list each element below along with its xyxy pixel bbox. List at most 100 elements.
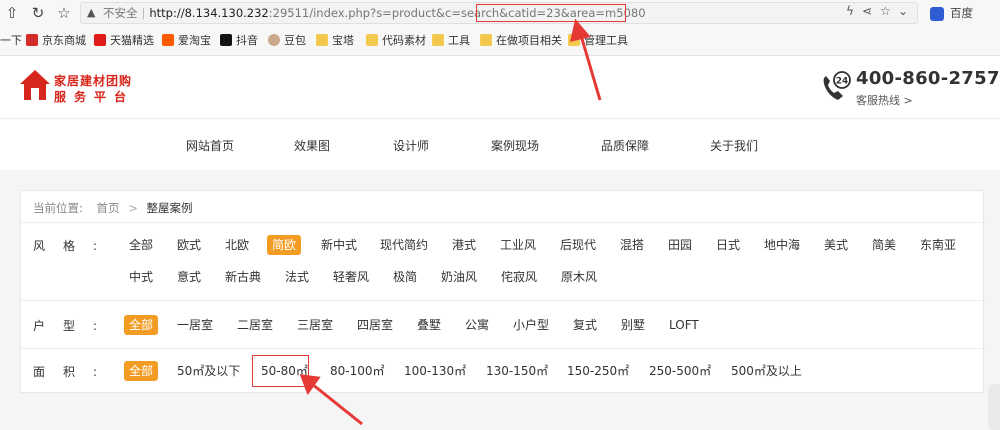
- search-engine[interactable]: 百度: [926, 2, 1000, 24]
- filter-option[interactable]: 奶油风: [436, 267, 482, 287]
- filter-panel: 当前位置: 首页 > 整屋案例 风格: 全部 欧式 北欧 简欧 新中式 现代简约…: [20, 190, 985, 394]
- filter-option-active[interactable]: 全部: [124, 315, 159, 335]
- nav-item-cases[interactable]: 案例现场: [491, 137, 539, 154]
- phone-icon: 24: [823, 71, 851, 100]
- baidu-logo-icon: [930, 6, 944, 21]
- bookmark-item[interactable]: 京东商城: [26, 32, 86, 50]
- scrollbar-thumb[interactable]: [988, 384, 1000, 430]
- filter-option-active[interactable]: 简欧: [267, 235, 302, 255]
- filter-option[interactable]: LOFT: [664, 315, 704, 335]
- lightning-icon[interactable]: ϟ: [846, 4, 854, 18]
- filter-option[interactable]: 叠墅: [412, 315, 446, 335]
- nav-item-renderings[interactable]: 效果图: [294, 137, 330, 154]
- filter-option[interactable]: 北欧: [220, 235, 254, 255]
- favorite-icon[interactable]: ☆: [880, 4, 891, 18]
- filter-option[interactable]: 新中式: [316, 235, 362, 255]
- filter-option[interactable]: 简美: [867, 235, 901, 255]
- filter-option[interactable]: 东南亚: [915, 235, 961, 255]
- bookmark-item[interactable]: 天猫精选: [94, 32, 154, 50]
- filter-option[interactable]: 日式: [711, 235, 745, 255]
- filter-option[interactable]: 混搭: [615, 235, 649, 255]
- folder-icon: [432, 34, 444, 46]
- filter-option[interactable]: 轻奢风: [328, 267, 374, 287]
- filter-option[interactable]: 500㎡及以上: [726, 361, 807, 381]
- douyin-icon: [220, 34, 232, 46]
- chevron-right-icon: >: [128, 201, 138, 215]
- breadcrumb-label: 当前位置:: [33, 201, 83, 215]
- filter-option[interactable]: 80-100㎡: [325, 361, 390, 381]
- bookmark-item[interactable]: 抖音: [220, 32, 258, 50]
- bookmark-item[interactable]: 一下: [0, 32, 22, 50]
- filter-option[interactable]: 一居室: [172, 315, 218, 335]
- back-icon[interactable]: ⇧: [2, 3, 22, 23]
- filter-option[interactable]: 150-250㎡: [562, 361, 634, 381]
- filter-option[interactable]: 极简: [388, 267, 422, 287]
- bookmark-item[interactable]: 工具: [432, 32, 470, 50]
- bookmark-item[interactable]: 爱淘宝: [162, 32, 211, 50]
- tmall-icon: [94, 34, 106, 46]
- breadcrumb-home[interactable]: 首页: [97, 201, 120, 215]
- main-nav: 网站首页 效果图 设计师 案例现场 品质保障 关于我们: [0, 118, 1000, 170]
- bookmark-item[interactable]: 在做项目相关: [480, 32, 562, 50]
- url-annotation-box: [476, 4, 626, 22]
- bookmark-item[interactable]: 管理工具: [568, 32, 628, 50]
- warning-icon[interactable]: ▲: [87, 5, 95, 21]
- insecure-label: 不安全: [103, 6, 138, 20]
- filter-option[interactable]: 四居室: [352, 315, 398, 335]
- filter-option[interactable]: 别墅: [616, 315, 650, 335]
- filter-option[interactable]: 公寓: [460, 315, 494, 335]
- bookmark-item[interactable]: 豆包: [268, 32, 306, 50]
- filter-row-area: 面积: 全部 50㎡及以下 50-80㎡ 80-100㎡ 100-130㎡ 13…: [21, 348, 985, 394]
- reload-icon[interactable]: ↻: [28, 3, 48, 23]
- filter-option[interactable]: 美式: [819, 235, 853, 255]
- filter-label-style: 风格:: [33, 239, 116, 253]
- filter-option[interactable]: 法式: [280, 267, 314, 287]
- taobao-icon: [162, 34, 174, 46]
- folder-icon: [568, 34, 580, 46]
- filter-option[interactable]: 现代简约: [375, 235, 433, 255]
- share-icon[interactable]: ⋖: [862, 4, 872, 18]
- filter-label-layout: 户型:: [33, 319, 116, 333]
- filter-option[interactable]: 原木风: [556, 267, 602, 287]
- search-engine-label: 百度: [950, 6, 973, 20]
- filter-option[interactable]: 100-130㎡: [399, 361, 471, 381]
- filter-option[interactable]: 250-500㎡: [644, 361, 716, 381]
- filter-option[interactable]: 全部: [124, 235, 158, 255]
- site-logo[interactable]: 家居建材团购 服务平台: [20, 68, 142, 106]
- filter-option[interactable]: 欧式: [172, 235, 206, 255]
- house-logo-icon: [20, 70, 50, 100]
- filter-option[interactable]: 工业风: [495, 235, 541, 255]
- filter-option[interactable]: 港式: [447, 235, 481, 255]
- filter-option[interactable]: 侘寂风: [496, 267, 542, 287]
- bookmark-item[interactable]: 宝塔: [316, 32, 354, 50]
- filter-row-layout: 户型: 全部 一居室 二居室 三居室 四居室 叠墅 公寓 小户型 复式 别墅 L…: [21, 300, 985, 348]
- star-icon[interactable]: ☆: [54, 3, 74, 23]
- filter-option[interactable]: 三居室: [292, 315, 338, 335]
- filter-option[interactable]: 地中海: [759, 235, 805, 255]
- folder-icon: [316, 34, 328, 46]
- filter-option[interactable]: 二居室: [232, 315, 278, 335]
- bookmarks-bar: 一下 京东商城 天猫精选 爱淘宝 抖音 豆包 宝塔 代码素材 工具 在做项目相关…: [0, 32, 1000, 50]
- breadcrumb-current: 整屋案例: [146, 201, 193, 215]
- nav-item-about[interactable]: 关于我们: [710, 137, 758, 154]
- chevron-down-icon[interactable]: ⌄: [898, 4, 908, 18]
- filter-option[interactable]: 复式: [568, 315, 602, 335]
- nav-item-designers[interactable]: 设计师: [393, 137, 429, 154]
- nav-item-home[interactable]: 网站首页: [186, 137, 234, 154]
- filter-option[interactable]: 中式: [124, 267, 158, 287]
- filter-option[interactable]: 后现代: [555, 235, 601, 255]
- filter-option[interactable]: 田园: [663, 235, 697, 255]
- filter-option[interactable]: 小户型: [508, 315, 554, 335]
- filter-label-area: 面积:: [33, 365, 116, 379]
- logo-line2: 服务平台: [54, 90, 135, 104]
- filter-option[interactable]: 130-150㎡: [481, 361, 553, 381]
- bookmark-item[interactable]: 代码素材: [366, 32, 426, 50]
- filter-option[interactable]: 新古典: [220, 267, 266, 287]
- hotline-label[interactable]: 客服热线 >: [856, 92, 913, 108]
- nav-item-quality[interactable]: 品质保障: [601, 137, 649, 154]
- filter-option[interactable]: 意式: [172, 267, 206, 287]
- address-bar[interactable]: ▲ 不安全 | http://8.134.130.232:29511/index.p…: [80, 2, 918, 24]
- filter-option-active[interactable]: 全部: [124, 361, 159, 381]
- hotline-number: 400-860-2757: [856, 68, 1000, 89]
- filter-option[interactable]: 50㎡及以下: [172, 361, 245, 381]
